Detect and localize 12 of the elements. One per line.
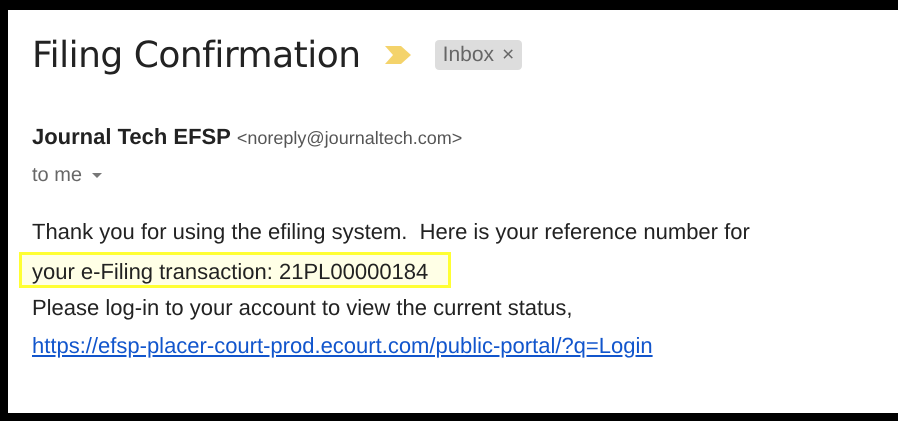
sender-email: <noreply@journaltech.com> xyxy=(236,128,462,149)
body-text: Please log-in to your account to view the current status, xyxy=(32,294,573,322)
recipient-text: to me xyxy=(32,164,82,187)
portal-link[interactable]: https://efsp-placer-court-prod.ecourt.com/public-portal/?q=Login xyxy=(32,327,653,365)
sender-name: Journal Tech EFSP xyxy=(32,124,231,150)
remove-label-button[interactable]: × xyxy=(502,43,514,67)
highlighted-text: your e-Filing transaction: 21PL00000184 xyxy=(22,255,448,285)
importance-marker-icon[interactable] xyxy=(382,45,413,65)
label-text: Inbox xyxy=(442,43,494,67)
dropdown-icon[interactable] xyxy=(92,172,102,178)
email-subject: Filing Confirmation xyxy=(32,34,361,76)
body-text: Thank you for using the efiling system. Here is your reference number for xyxy=(32,218,750,246)
